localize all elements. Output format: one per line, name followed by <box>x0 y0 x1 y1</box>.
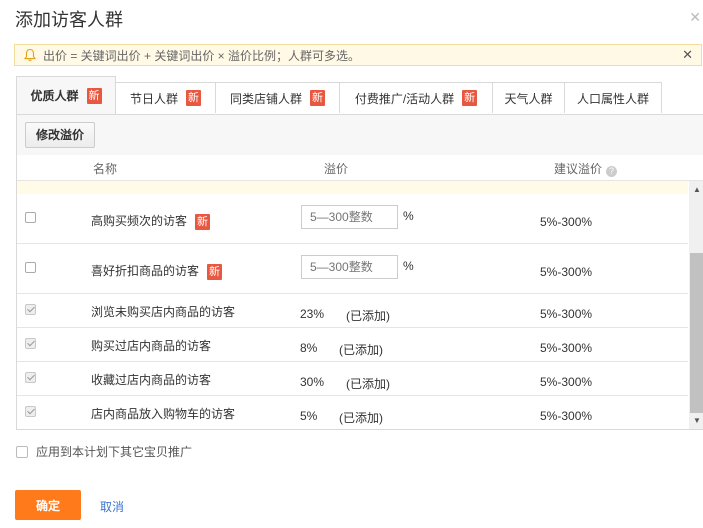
notice-close-icon[interactable]: ✕ <box>682 48 693 62</box>
dialog-close-icon[interactable]: ✕ <box>689 10 701 24</box>
percent-unit: % <box>403 209 414 223</box>
suggested-premium: 5%-300% <box>540 307 593 321</box>
scroll-down-icon[interactable]: ▼ <box>693 417 701 425</box>
apply-label: 应用到本计划下其它宝贝推广 <box>36 445 193 459</box>
table-row: 喜好折扣商品的访客新 % 5%-300% <box>17 244 688 294</box>
highlight-strip <box>17 181 688 194</box>
cancel-link[interactable]: 取消 <box>100 498 124 515</box>
tab-paid-promo-crowd[interactable]: 付费推广/活动人群 新 <box>339 82 493 113</box>
table-header: 名称 溢价 建议溢价? <box>17 155 703 181</box>
toolbar: 修改溢价 <box>17 115 703 155</box>
confirm-button[interactable]: 确定 <box>15 490 81 520</box>
added-status: (已添加) <box>346 377 390 391</box>
suggested-premium: 5%-300% <box>540 341 593 355</box>
notice-bar: 出价 = 关键词出价 + 关键词出价 × 溢价比例；人群可多选。 ✕ <box>14 44 702 66</box>
apply-to-other-items[interactable]: 应用到本计划下其它宝贝推广 <box>16 443 192 460</box>
table-row: 高购买频次的访客新 % 5%-300% <box>17 194 688 244</box>
tab-label: 天气人群 <box>504 91 553 106</box>
row-checkbox[interactable] <box>25 406 36 417</box>
percent-unit: % <box>403 259 414 273</box>
crowd-name: 收藏过店内商品的访客 <box>91 373 212 387</box>
header-name: 名称 <box>93 162 118 176</box>
new-badge: 新 <box>207 264 223 280</box>
crowd-name: 高购买频次的访客新 <box>91 214 211 230</box>
crowd-name: 浏览未购买店内商品的访客 <box>91 305 236 319</box>
premium-input[interactable] <box>301 255 398 279</box>
header-suggested: 建议溢价? <box>554 160 618 177</box>
suggested-premium: 5%-300% <box>540 265 593 279</box>
new-badge: 新 <box>310 90 325 106</box>
scroll-up-icon[interactable]: ▲ <box>693 186 701 194</box>
table-row: 店内商品放入购物车的访客 5% (已添加) 5%-300% <box>17 396 688 429</box>
tab-demographic-crowd[interactable]: 人口属性人群 <box>564 82 662 113</box>
crowd-name: 喜好折扣商品的访客新 <box>91 264 223 280</box>
tab-quality-crowd[interactable]: 优质人群 新 <box>16 76 116 114</box>
crowd-name: 店内商品放入购物车的访客 <box>91 407 236 421</box>
modify-premium-button[interactable]: 修改溢价 <box>25 122 96 148</box>
tab-holiday-crowd[interactable]: 节日人群 新 <box>115 82 216 113</box>
row-checkbox[interactable] <box>25 262 36 273</box>
suggested-premium: 5%-300% <box>540 409 593 423</box>
row-checkbox[interactable] <box>25 372 36 383</box>
table-row: 浏览未购买店内商品的访客 23% (已添加) 5%-300% <box>17 294 688 328</box>
added-status: (已添加) <box>339 411 383 425</box>
premium-value: 23% <box>300 307 325 321</box>
tab-similar-store-crowd[interactable]: 同类店铺人群 新 <box>215 82 340 113</box>
header-premium: 溢价 <box>324 162 349 176</box>
added-status: (已添加) <box>339 343 383 357</box>
table-scrollbar[interactable]: ▲ ▼ <box>689 181 703 429</box>
bell-icon <box>23 48 37 61</box>
tab-weather-crowd[interactable]: 天气人群 <box>492 82 565 113</box>
tab-label: 付费推广/活动人群 <box>354 91 455 106</box>
tab-label: 节日人群 <box>129 91 178 106</box>
new-badge: 新 <box>195 214 211 230</box>
help-icon[interactable]: ? <box>606 166 618 177</box>
crowd-name: 购买过店内商品的访客 <box>91 339 212 353</box>
scrollbar-thumb[interactable] <box>690 253 703 413</box>
tab-label: 人口属性人群 <box>576 91 649 106</box>
crowd-panel: 修改溢价 名称 溢价 建议溢价? 高购买频次的访客新 % 5%-300% <box>16 114 703 430</box>
suggested-premium: 5%-300% <box>540 215 593 229</box>
tab-label: 同类店铺人群 <box>229 91 302 106</box>
apply-checkbox[interactable] <box>16 445 28 458</box>
new-badge: 新 <box>186 90 201 106</box>
premium-value: 8% <box>300 341 318 355</box>
new-badge: 新 <box>86 87 102 104</box>
table-row: 购买过店内商品的访客 8% (已添加) 5%-300% <box>17 328 688 362</box>
notice-text: 出价 = 关键词出价 + 关键词出价 × 溢价比例；人群可多选。 <box>43 48 361 63</box>
row-checkbox[interactable] <box>25 304 36 315</box>
premium-value: 5% <box>300 409 318 423</box>
tab-bar: 优质人群 新 节日人群 新 同类店铺人群 新 付费推广/活动人群 新 天气人群 … <box>16 76 703 114</box>
tab-label: 优质人群 <box>30 89 79 103</box>
new-badge: 新 <box>462 90 478 106</box>
dialog-title: 添加访客人群 <box>15 10 123 30</box>
row-checkbox[interactable] <box>25 338 36 349</box>
premium-value: 30% <box>300 375 325 389</box>
suggested-premium: 5%-300% <box>540 375 593 389</box>
table-row: 收藏过店内商品的访客 30% (已添加) 5%-300% <box>17 362 688 396</box>
added-status: (已添加) <box>346 309 390 323</box>
row-checkbox[interactable] <box>25 212 36 223</box>
premium-input[interactable] <box>301 205 398 229</box>
